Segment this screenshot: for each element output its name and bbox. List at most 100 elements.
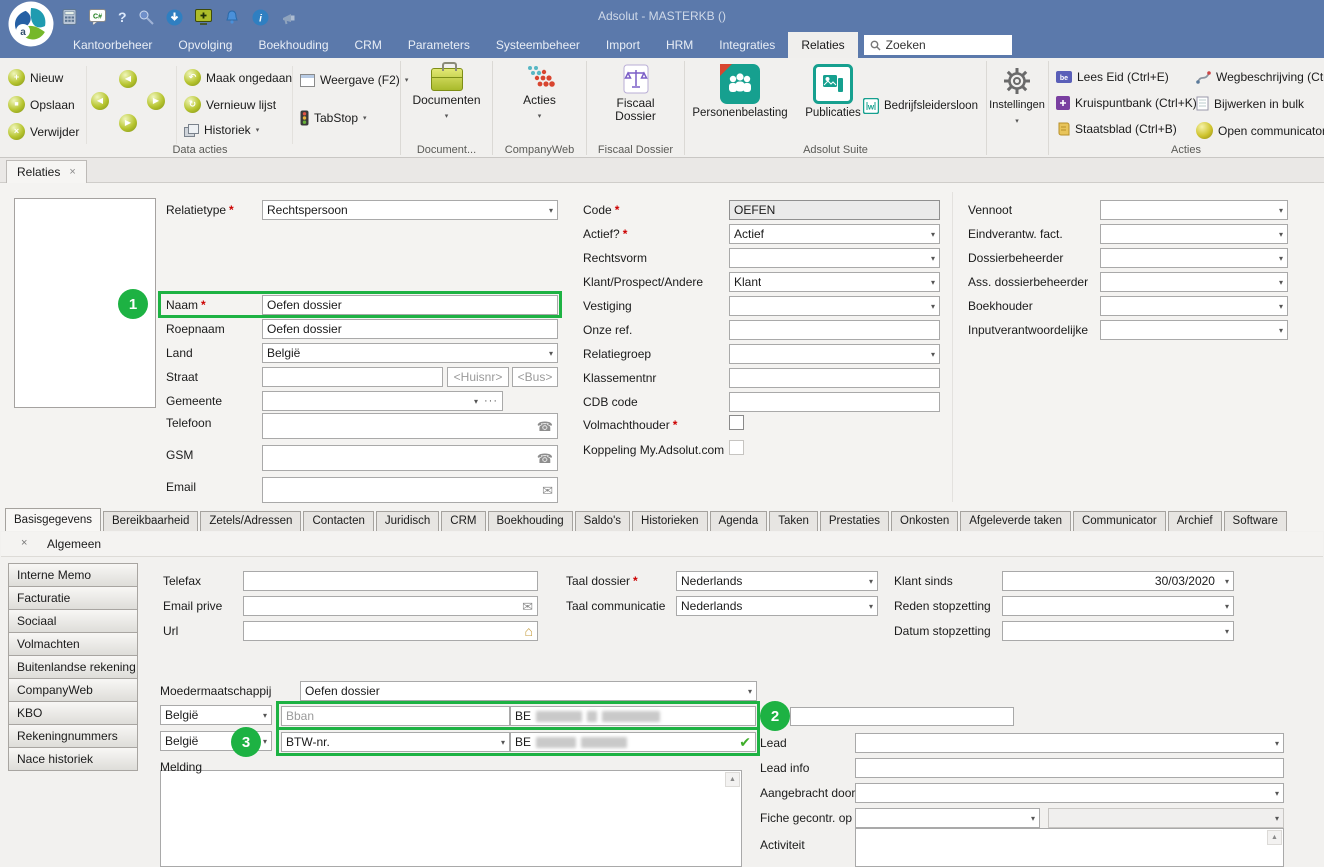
taal-dossier-label: Taal dossier* (566, 571, 638, 591)
reden-stopzetting-label: Reden stopzetting (894, 596, 991, 616)
fiche-gecontr-op-select[interactable]: ▾ (855, 808, 1040, 828)
email-label: Email (166, 477, 196, 497)
fiche-gecontr-op-2-select[interactable]: ▾ (1048, 808, 1284, 828)
phone-icon: ☎ (537, 452, 553, 465)
bank-iban-input[interactable]: BE (510, 706, 756, 726)
relatietype-label: Relatietype* (166, 200, 234, 220)
aangebracht-door-select[interactable]: ▾ (855, 783, 1284, 803)
klant-sinds-select[interactable]: 30/03/2020▾ (1002, 571, 1234, 591)
cdb-code-input[interactable] (729, 392, 940, 412)
dropdown-arrow-icon: ▾ (259, 711, 267, 720)
relatiegroep-select[interactable]: ▾ (729, 344, 940, 364)
dropdown-arrow-icon: ▾ (1221, 627, 1229, 636)
actief-label: Actief?* (583, 224, 627, 244)
dropdown-arrow-icon: ▾ (497, 738, 505, 747)
ass-dossierbeheerder-select[interactable]: ▾ (1100, 272, 1288, 292)
form-fields-layer: Relatietype*Rechtspersoon▾Naam*Oefen dos… (0, 0, 1324, 867)
dropdown-arrow-icon: ▾ (1221, 602, 1229, 611)
redacted-text (602, 711, 660, 722)
bus-input[interactable]: <Bus> (512, 367, 558, 387)
gsm-input[interactable]: ☎ (262, 445, 558, 471)
gemeente-select[interactable]: ▾ ··· (262, 391, 503, 411)
volmachthouder-checkbox[interactable] (729, 415, 744, 430)
bank-type-input[interactable]: Bban (281, 706, 510, 726)
taal-communicatie-select[interactable]: Nederlands▾ (676, 596, 878, 616)
url-input[interactable]: ⌂ (243, 621, 538, 641)
gemeente-label: Gemeente (166, 391, 222, 411)
onze-ref-label: Onze ref. (583, 320, 632, 340)
roepnaam-label: Roepnaam (166, 319, 225, 339)
email-input[interactable]: ✉ (262, 477, 558, 503)
lead-label: Lead (760, 733, 787, 753)
inputverantwoordelijke-select[interactable]: ▾ (1100, 320, 1288, 340)
klassementnr-input[interactable] (729, 368, 940, 388)
dossierbeheerder-select[interactable]: ▾ (1100, 248, 1288, 268)
bank-land-select[interactable]: België▾ (160, 705, 272, 725)
roepnaam-input[interactable]: Oefen dossier (262, 319, 558, 339)
huisnr-input[interactable]: <Huisnr> (447, 367, 509, 387)
btw-nr-input[interactable]: BE✔ (510, 732, 756, 752)
naam-input[interactable]: Oefen dossier (262, 295, 558, 315)
vennoot-label: Vennoot (968, 200, 1012, 220)
klant-prospect-andere-select[interactable]: Klant▾ (729, 272, 940, 292)
scroll-up-icon[interactable]: ▲ (725, 772, 740, 787)
straat-input[interactable] (262, 367, 443, 387)
land-label: Land (166, 343, 193, 363)
mail-icon: ✉ (522, 600, 533, 613)
redacted-text (587, 711, 597, 722)
eindverantw-fact-select[interactable]: ▾ (1100, 224, 1288, 244)
actief-select[interactable]: Actief▾ (729, 224, 940, 244)
rechtsvorm-select[interactable]: ▾ (729, 248, 940, 268)
dropdown-arrow-icon: ▾ (927, 350, 935, 359)
dropdown-arrow-icon: ▾ (470, 397, 478, 406)
melding-textarea[interactable]: ▲ (160, 770, 742, 867)
telefax-input[interactable] (243, 571, 538, 591)
melding-label: Melding (160, 757, 202, 777)
annotation-badge-1: 1 (118, 289, 148, 319)
moedermaatschappij-select[interactable]: Oefen dossier▾ (300, 681, 757, 701)
dropdown-arrow-icon: ▾ (1275, 230, 1283, 239)
redacted-text (581, 737, 627, 748)
code-input[interactable]: OEFEN (729, 200, 940, 220)
dropdown-arrow-icon: ▾ (927, 302, 935, 311)
datum-stopzetting-label: Datum stopzetting (894, 621, 991, 641)
vestiging-select[interactable]: ▾ (729, 296, 940, 316)
dropdown-arrow-icon: ▾ (1275, 302, 1283, 311)
telefax-label: Telefax (163, 571, 201, 591)
redacted-text (536, 737, 576, 748)
dropdown-arrow-icon: ▾ (927, 254, 935, 263)
vennoot-select[interactable]: ▾ (1100, 200, 1288, 220)
scroll-up-icon[interactable]: ▲ (1267, 830, 1282, 845)
btw-type-select[interactable]: BTW-nr.▾ (281, 732, 510, 752)
lead-info-label: Lead info (760, 758, 809, 778)
activiteit-textarea[interactable]: ▲ (855, 828, 1284, 867)
lead-info-input[interactable] (855, 758, 1284, 778)
relatiegroep-label: Relatiegroep (583, 344, 651, 364)
koppeling-my-adsolut-checkbox[interactable] (729, 440, 744, 455)
cdb-code-label: CDB code (583, 392, 638, 412)
lead-select[interactable]: ▾ (855, 733, 1284, 753)
vestiging-label: Vestiging (583, 296, 632, 316)
valid-check-icon: ✔ (739, 734, 751, 751)
code-label: Code* (583, 200, 619, 220)
klant-sinds-label: Klant sinds (894, 571, 953, 591)
land-select[interactable]: België▾ (262, 343, 558, 363)
reden-stopzetting-select[interactable]: ▾ (1002, 596, 1234, 616)
relatietype-select[interactable]: Rechtspersoon▾ (262, 200, 558, 220)
dropdown-arrow-icon: ▾ (1275, 326, 1283, 335)
bank-omschrijving-input[interactable] (790, 707, 1014, 726)
telefoon-input[interactable]: ☎ (262, 413, 558, 439)
email-prive-label: Email prive (163, 596, 222, 616)
dropdown-arrow-icon: ▾ (1275, 254, 1283, 263)
taal-dossier-select[interactable]: Nederlands▾ (676, 571, 878, 591)
gsm-label: GSM (166, 445, 193, 465)
rechtsvorm-label: Rechtsvorm (583, 248, 647, 268)
email-prive-input[interactable]: ✉ (243, 596, 538, 616)
klassementnr-label: Klassementnr (583, 368, 656, 388)
telefoon-label: Telefoon (166, 413, 211, 433)
datum-stopzetting-select[interactable]: ▾ (1002, 621, 1234, 641)
boekhouder-select[interactable]: ▾ (1100, 296, 1288, 316)
dropdown-arrow-icon: ▾ (1221, 577, 1229, 586)
ellipsis-button[interactable]: ··· (484, 395, 498, 407)
onze-ref-input[interactable] (729, 320, 940, 340)
